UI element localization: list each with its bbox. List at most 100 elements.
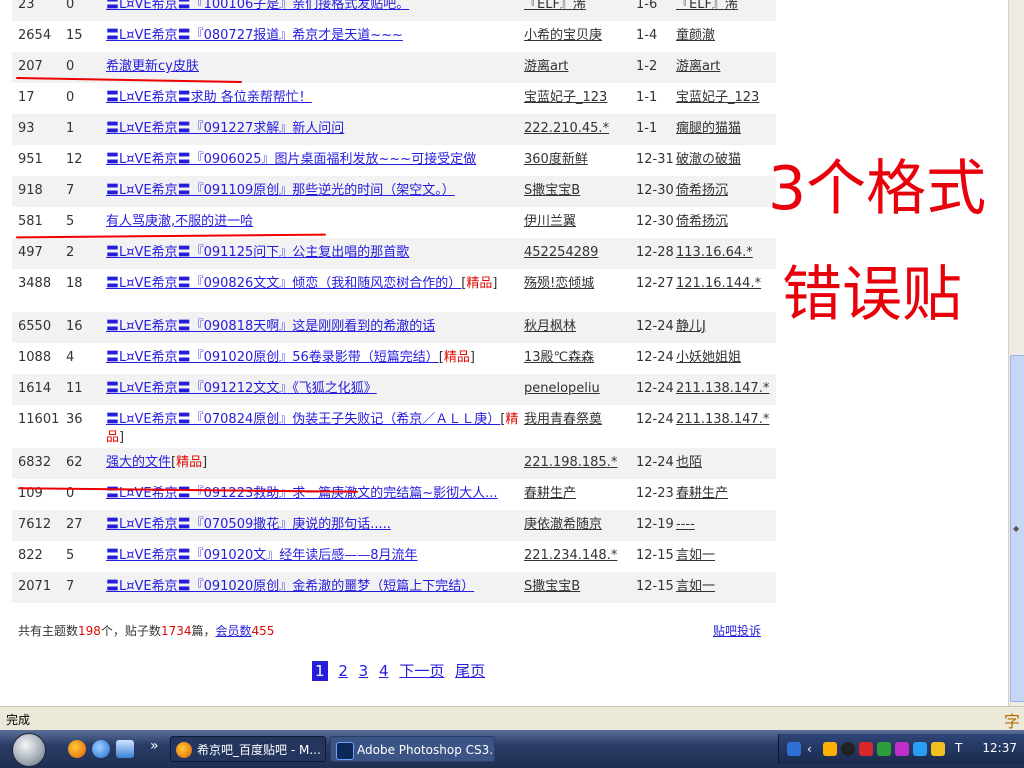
messenger-icon[interactable] — [895, 742, 909, 756]
last-replier-link[interactable]: 『ELF』浠 — [676, 0, 738, 12]
last-replier-link[interactable]: 静儿J — [676, 319, 706, 334]
author-link[interactable]: 221.198.185.* — [524, 455, 617, 470]
author-link[interactable]: 宝蓝妃子_123 — [524, 90, 607, 105]
network-icon[interactable] — [877, 742, 891, 756]
author-link[interactable]: 221.234.148.* — [524, 548, 617, 563]
click-count: 207 — [18, 59, 43, 74]
author-link[interactable]: 伊川兰翼 — [524, 214, 576, 229]
thread-title-link[interactable]: 〓L¤VE希京〓『091227求解』新人问问 — [106, 121, 344, 136]
author-link[interactable]: 游离art — [524, 59, 568, 74]
last-replier-link[interactable]: 倚希扬沉 — [676, 214, 728, 229]
quicklaunch-more-icon[interactable]: » — [150, 738, 159, 754]
author-link[interactable]: S撒宝宝B — [524, 579, 580, 594]
last-replier-link[interactable]: 游离art — [676, 59, 720, 74]
thread-title-link[interactable]: 〓L¤VE希京〓『091020原创』金希澈的噩梦（短篇上下完结） — [106, 579, 474, 594]
last-replier-link[interactable]: 瘸腿的猫猫 — [676, 121, 741, 136]
desktop-icon[interactable] — [116, 740, 134, 758]
page-4-link[interactable]: 4 — [379, 662, 389, 680]
antivirus-icon[interactable] — [913, 742, 927, 756]
next-page-link[interactable]: 下一页 — [399, 662, 444, 680]
firefox-icon[interactable] — [68, 740, 86, 758]
ie-icon[interactable] — [92, 740, 110, 758]
thread-title-link[interactable]: 〓L¤VE希京〓『070509撒花』庚说的那句话..... — [106, 517, 391, 532]
author-link[interactable]: 春耕生产 — [524, 486, 576, 501]
last-replier-link[interactable]: 小妖她姐姐 — [676, 350, 741, 365]
thread-title-link[interactable]: 〓L¤VE希京〓『100106子是』亲们接格式发贴吧。 — [106, 0, 409, 12]
vertical-scrollbar[interactable]: ◆ — [1008, 0, 1024, 706]
start-button[interactable] — [12, 733, 46, 767]
click-count: 951 — [18, 152, 43, 167]
page-3-link[interactable]: 3 — [359, 662, 369, 680]
page-2-link[interactable]: 2 — [338, 662, 348, 680]
thread-row: 1088 4 〓L¤VE希京〓『091020原创』56卷录影带（短篇完结）[精品] 1… — [12, 343, 776, 374]
author-link[interactable]: 小希的宝贝庚 — [524, 28, 602, 43]
last-replier-link[interactable]: 言如一 — [676, 548, 715, 563]
last-replier-link[interactable]: 童颜澈 — [676, 28, 715, 43]
reply-count: 11 — [66, 381, 83, 396]
last-replier-link[interactable]: 春耕生产 — [676, 486, 728, 501]
task-firefox[interactable]: 希京吧_百度贴吧 - M... — [170, 736, 326, 762]
update-icon[interactable] — [931, 742, 945, 756]
author-link[interactable]: 殇殒!恋倾城 — [524, 276, 594, 291]
qq-icon[interactable] — [841, 742, 855, 756]
last-replier-link[interactable]: 211.138.147.* — [676, 381, 769, 396]
thread-title-link[interactable]: 〓L¤VE希京〓『090826文文』倾恋（我和随风恋树合作的） — [106, 276, 461, 291]
shield-icon[interactable] — [859, 742, 873, 756]
click-count: 93 — [18, 121, 35, 136]
author-link[interactable]: 360度新鲜 — [524, 152, 588, 167]
status-bar: 完成 字 — [0, 706, 1024, 731]
thread-title-link[interactable]: 〓L¤VE希京〓『090818天啊』这是刚刚看到的希澈的话 — [106, 319, 435, 334]
members-link[interactable]: 会员数 — [216, 624, 252, 638]
last-replier-link[interactable]: 113.16.64.* — [676, 245, 753, 260]
thread-title-link[interactable]: 强大的文件 — [106, 455, 171, 470]
author-link[interactable]: S撒宝宝B — [524, 183, 580, 198]
scrollbar-thumb[interactable]: ◆ — [1010, 355, 1024, 702]
thread-title-link[interactable]: 〓L¤VE希京〓『0906025』图片桌面福利发放~~~可接受定做 — [106, 152, 476, 167]
language-icon[interactable] — [787, 742, 801, 756]
post-date: 12-24 — [636, 412, 674, 427]
thread-title-link[interactable]: 〓L¤VE希京〓『091020原创』56卷录影带（短篇完结） — [106, 350, 439, 365]
author-link[interactable]: 秋月枫林 — [524, 319, 576, 334]
last-replier-link[interactable]: 倚希扬沉 — [676, 183, 728, 198]
click-count: 581 — [18, 214, 43, 229]
thread-title-link[interactable]: 〓L¤VE希京〓『080727报道』希京才是天道~~~ — [106, 28, 403, 43]
report-link[interactable]: 贴吧投诉 — [713, 622, 761, 639]
last-replier-link[interactable]: ---- — [676, 517, 695, 532]
reply-count: 12 — [66, 152, 83, 167]
thread-list-area: 23 0 〓L¤VE希京〓『100106子是』亲们接格式发贴吧。 『ELF』浠 1-6 『… — [12, 0, 776, 603]
thread-title-link[interactable]: 希澈更新cy皮肤 — [106, 59, 199, 74]
click-count: 7612 — [18, 517, 52, 532]
author-link[interactable]: penelopeliu — [524, 381, 600, 396]
good-tag: 精品 — [176, 455, 203, 470]
thread-title-link[interactable]: 〓L¤VE希京〓『091212文文』《飞狐之化狐》 — [106, 381, 377, 396]
author-link[interactable]: 『ELF』浠 — [524, 0, 586, 12]
last-replier-link[interactable]: 宝蓝妃子_123 — [676, 90, 759, 105]
tray-arrow-icon[interactable]: ‹ — [807, 742, 821, 756]
author-link[interactable]: 我用青春祭奠 — [524, 412, 602, 427]
author-link[interactable]: 452254289 — [524, 245, 598, 260]
last-replier-link[interactable]: 破澈の破猫 — [676, 152, 741, 167]
last-replier-link[interactable]: 也陌 — [676, 455, 702, 470]
author-link[interactable]: 13殿℃森森 — [524, 350, 594, 365]
post-date: 1-1 — [636, 121, 658, 136]
thread-title-link[interactable]: 〓L¤VE希京〓求助 各位亲帮帮忙！ — [106, 90, 312, 105]
last-page-link[interactable]: 尾页 — [455, 662, 485, 680]
thread-title-link[interactable]: 有人骂庚澈,不服的进一哈 — [106, 214, 253, 229]
thread-title-link[interactable]: 〓L¤VE希京〓『070824原创』伪装王子失败记（希京／ＡＬＬ庚） — [106, 412, 500, 427]
task-photoshop[interactable]: Adobe Photoshop CS3... — [330, 736, 495, 762]
thread-title-link[interactable]: 〓L¤VE希京〓『091125问下』公主复出唱的那首歌 — [106, 245, 409, 260]
thread-title-link[interactable]: 〓L¤VE希京〓『091109原创』那些逆光的时间（架空文。） — [106, 183, 455, 198]
last-replier-link[interactable]: 121.16.144.* — [676, 276, 761, 291]
reply-count: 5 — [66, 214, 75, 229]
last-replier-link[interactable]: 211.138.147.* — [676, 412, 769, 427]
thread-title-link[interactable]: 〓L¤VE希京〓『091020文』经年读后感——8月流年 — [106, 548, 418, 563]
reply-count: 7 — [66, 183, 75, 198]
last-replier-link[interactable]: 言如一 — [676, 579, 715, 594]
post-date: 12-23 — [636, 486, 674, 501]
author-link[interactable]: 222.210.45.* — [524, 121, 609, 136]
reply-count: 4 — [66, 350, 75, 365]
page-current[interactable]: 1 — [312, 661, 328, 681]
author-link[interactable]: 庚依澈希随京 — [524, 517, 602, 532]
thread-row: 3488 18 〓L¤VE希京〓『090826文文』倾恋（我和随风恋树合作的）[精品… — [12, 269, 776, 312]
media-icon[interactable] — [823, 742, 837, 756]
